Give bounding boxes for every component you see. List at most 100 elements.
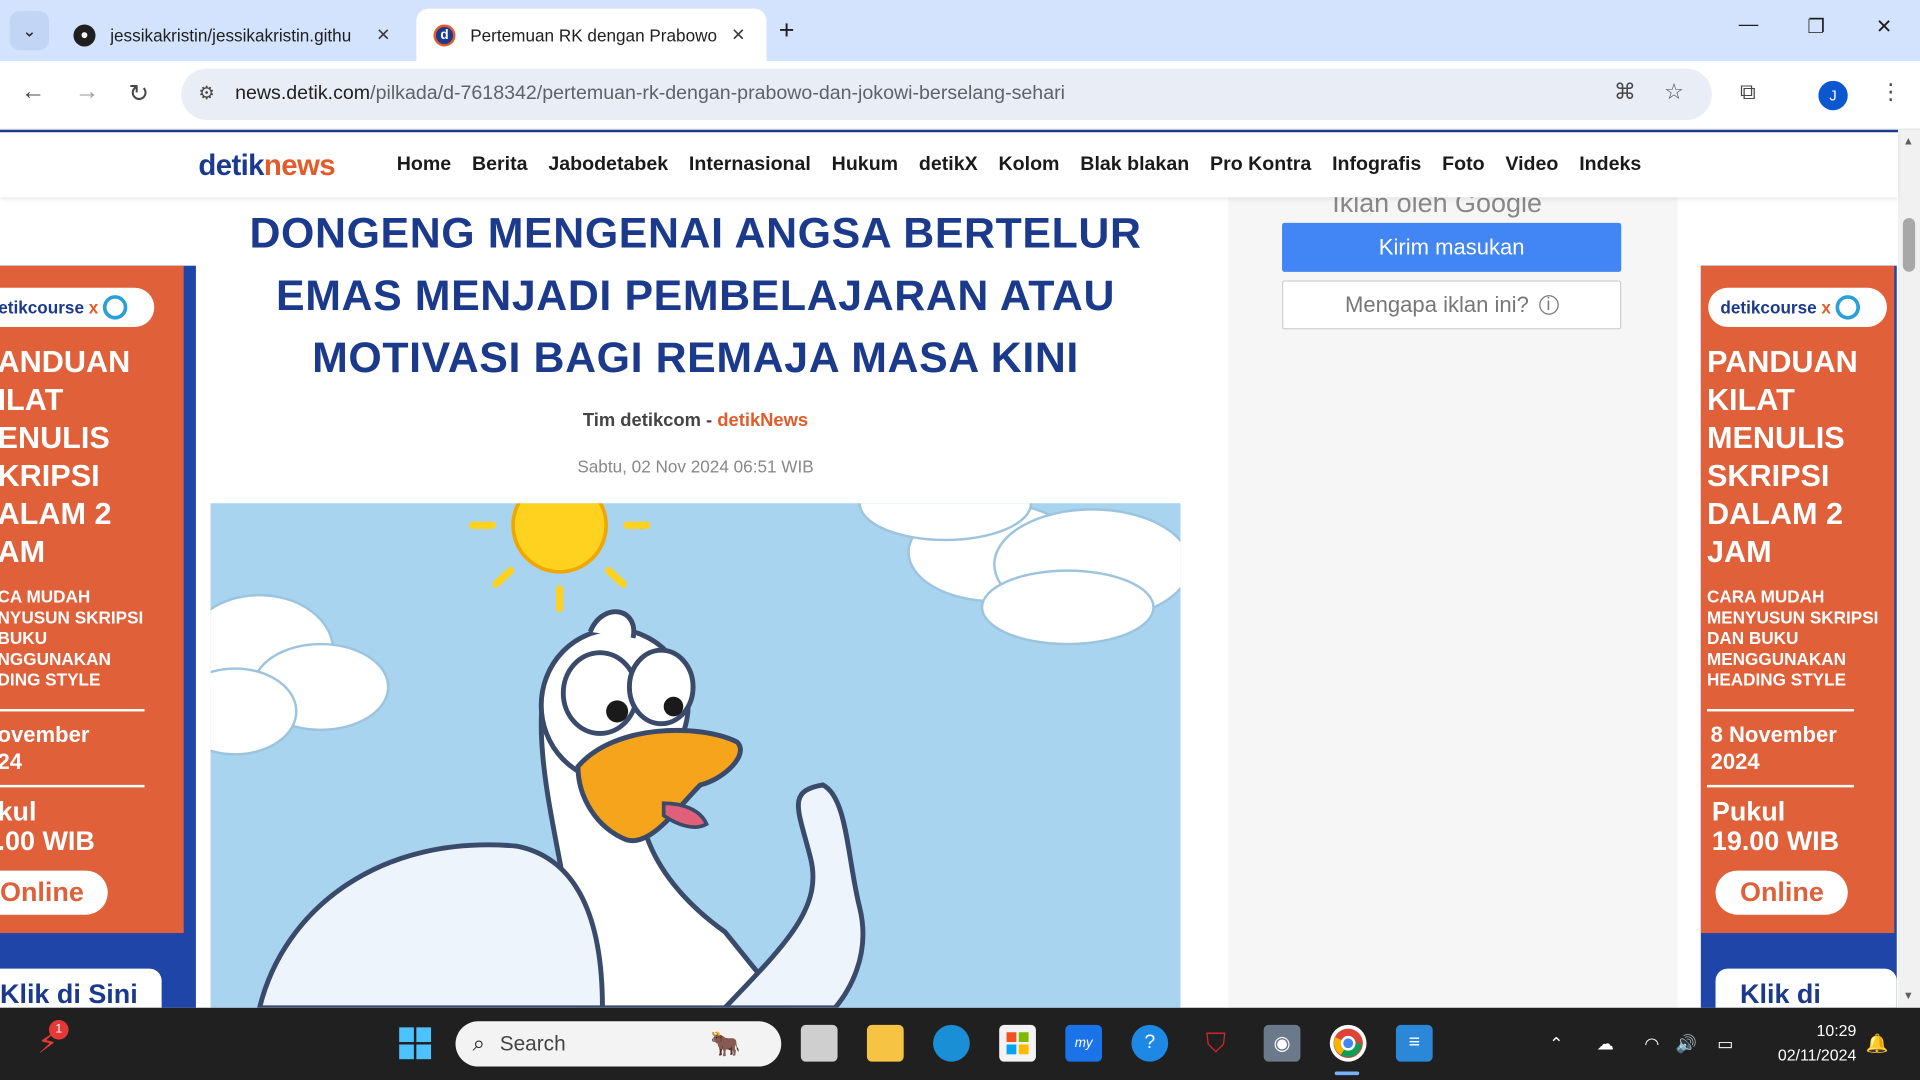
taskbar-search[interactable]: ⌕ Search 🐂 (455, 1021, 782, 1067)
reload-icon[interactable]: ↻ (129, 78, 150, 109)
rf-academy-logo-icon (103, 295, 128, 320)
site-navbar: detiknews Home Berita Jabodetabek Internasi… (0, 129, 1898, 198)
active-app-indicator (1334, 1071, 1360, 1076)
nav-link-home[interactable]: Home (397, 154, 451, 176)
restore-icon[interactable]: ❐ (1807, 15, 1825, 39)
page-scrollbar[interactable]: ▲ ▼ (1897, 129, 1920, 1008)
article-source-link[interactable]: detikNews (717, 410, 808, 431)
why-this-ad-label: Mengapa iklan ini? (1345, 292, 1529, 317)
nav-link-foto[interactable]: Foto (1442, 154, 1484, 176)
close-window-icon[interactable]: ✕ (1876, 15, 1892, 39)
ad-online-badge: Online (0, 870, 109, 915)
screen: ⌄ ● jessikakristin/jessikakristin.githu … (0, 0, 1920, 1080)
nav-link-hukum[interactable]: Hukum (832, 154, 898, 176)
nav-link-pro-kontra[interactable]: Pro Kontra (1210, 154, 1311, 176)
byline-separator: - (700, 410, 718, 432)
notepad-icon[interactable]: ≡ (1395, 1024, 1433, 1062)
ad-time: kul .00 WIB (0, 795, 95, 856)
windows-taskbar: ⚡ 1 ⌕ Search 🐂 my ? ⛉ ◉ ≡ ⌃ ☁ ◠ 🔊 ▭ 10:2… (0, 1007, 1920, 1080)
translate-icon[interactable]: ⌘ (1614, 80, 1636, 106)
ad-date: 8 November 2024 (1710, 722, 1837, 774)
ad-headline: ANDUAN ILAT ENULIS KRIPSI ALAM 2 AM (0, 345, 131, 570)
browser-tabstrip: ⌄ ● jessikakristin/jessikakristin.githu … (0, 0, 1920, 62)
logo-main: detik (198, 149, 264, 183)
menu-kebab-icon[interactable]: ⋮ (1880, 80, 1902, 106)
taskbar-search-label: Search (499, 1031, 566, 1055)
new-tab-button[interactable]: + (779, 15, 795, 47)
ad-panel: detikcourse x PANDUAN KILAT MENULIS SKRI… (1700, 265, 1895, 934)
microsoft-store-icon[interactable] (999, 1024, 1036, 1062)
ad-brand: detikcourse (1720, 297, 1817, 318)
task-view-icon[interactable] (800, 1024, 838, 1062)
nav-link-blak-blakan[interactable]: Blak blakan (1080, 154, 1189, 176)
ad-headline: PANDUAN KILAT MENULIS SKRIPSI DALAM 2 JA… (1706, 345, 1858, 570)
ad-brand-x: x (88, 297, 99, 318)
tab-title: jessikakristin/jessikakristin.githu (110, 25, 352, 45)
why-this-ad-button[interactable]: Mengapa iklan ini? i (1282, 280, 1622, 330)
ad-divider (1706, 784, 1854, 788)
volume-icon[interactable]: 🔊 (1668, 1025, 1705, 1062)
nav-link-video[interactable]: Video (1505, 154, 1558, 176)
scroll-thumb[interactable] (1902, 217, 1916, 272)
scroll-up-icon[interactable]: ▲ (1903, 135, 1914, 147)
notification-bell-icon[interactable]: 🔔 (1859, 1025, 1896, 1062)
minimize-icon[interactable]: — (1739, 15, 1759, 37)
goose-illustration (210, 503, 1181, 1008)
extensions-icon[interactable]: ⧉ (1740, 80, 1756, 106)
ad-subtext: CARA MUDAH MENYUSUN SKRIPSI DAN BUKU MEN… (1706, 586, 1879, 690)
github-icon: ● (73, 23, 96, 46)
address-bar[interactable]: ⚙ news.detik.com/pilkada/d-7618342/perte… (181, 68, 1712, 121)
chrome-icon[interactable] (1329, 1024, 1367, 1062)
detik-logo[interactable]: detiknews (198, 149, 335, 183)
page-content: detikcourse x ANDUAN ILAT ENULIS KRIPSI … (0, 197, 1898, 1008)
ad-cta-button[interactable]: Klik di Sini (1715, 968, 1897, 1008)
ad-divider (0, 784, 145, 788)
search-icon: ⌕ (472, 1031, 486, 1056)
wifi-icon[interactable]: ◠ (1633, 1025, 1670, 1062)
help-icon[interactable]: ? (1131, 1024, 1169, 1062)
site-info-icon[interactable]: ⚙ (198, 82, 214, 104)
ad-banner-right[interactable]: detikcourse x PANDUAN KILAT MENULIS SKRI… (1700, 265, 1897, 1008)
notification-badge: 1 (48, 1020, 69, 1040)
tab-search-button[interactable]: ⌄ (9, 11, 49, 51)
tab-title: Pertemuan RK dengan Prabowo (470, 25, 718, 45)
nav-link-jabodetabek[interactable]: Jabodetabek (548, 154, 668, 176)
back-icon[interactable]: ← (21, 78, 45, 106)
nav-links: Home Berita Jabodetabek Internasional Hukum d… (397, 154, 1642, 176)
myhp-icon[interactable]: my (1065, 1024, 1103, 1062)
bookmark-star-icon[interactable]: ☆ (1664, 80, 1684, 106)
tab-detik[interactable]: d Pertemuan RK dengan Prabowo ✕ (416, 8, 767, 62)
camera-icon[interactable]: ◉ (1263, 1024, 1301, 1062)
file-explorer-icon[interactable] (866, 1024, 904, 1062)
ad-date: ovember 24 (0, 722, 90, 774)
close-icon[interactable]: ✕ (372, 24, 394, 45)
ad-brand-x: x (1821, 297, 1831, 318)
ad-brand-pill: detikcourse x (0, 287, 155, 327)
article-hero-image (210, 503, 1181, 1008)
clock-time[interactable]: 10:29 (1739, 1021, 1856, 1039)
windows-start-icon[interactable] (397, 1025, 434, 1062)
scroll-down-icon[interactable]: ▼ (1903, 989, 1914, 1001)
mcafee-icon[interactable]: ⛉ (1198, 1025, 1235, 1062)
nav-link-detikx[interactable]: detikX (919, 154, 978, 176)
nav-link-berita[interactable]: Berita (472, 154, 528, 176)
article-date: Sabtu, 02 Nov 2024 06:51 WIB (577, 456, 814, 477)
ad-divider (1706, 708, 1854, 712)
nav-link-internasional[interactable]: Internasional (689, 154, 811, 176)
ad-cta-button[interactable]: Klik di Sini (0, 968, 163, 1008)
tab-github[interactable]: ● jessikakristin/jessikakristin.githu ✕ (56, 9, 411, 62)
edge-icon[interactable] (933, 1024, 970, 1062)
nav-link-indeks[interactable]: Indeks (1579, 154, 1641, 176)
send-feedback-button[interactable]: Kirim masukan (1282, 222, 1622, 272)
chevron-up-icon[interactable]: ⌃ (1538, 1025, 1575, 1062)
onedrive-icon[interactable]: ☁ (1587, 1025, 1624, 1062)
clock-date[interactable]: 02/11/2024 (1739, 1046, 1857, 1064)
close-icon[interactable]: ✕ (727, 24, 749, 45)
forward-icon[interactable]: → (75, 78, 99, 106)
ad-time: Pukul 19.00 WIB (1711, 795, 1840, 856)
profile-avatar[interactable]: J (1818, 80, 1848, 111)
nav-link-kolom[interactable]: Kolom (999, 154, 1060, 176)
ad-divider (0, 708, 145, 712)
ad-banner-left[interactable]: detikcourse x ANDUAN ILAT ENULIS KRIPSI … (0, 265, 196, 1008)
nav-link-infografis[interactable]: Infografis (1332, 154, 1421, 176)
